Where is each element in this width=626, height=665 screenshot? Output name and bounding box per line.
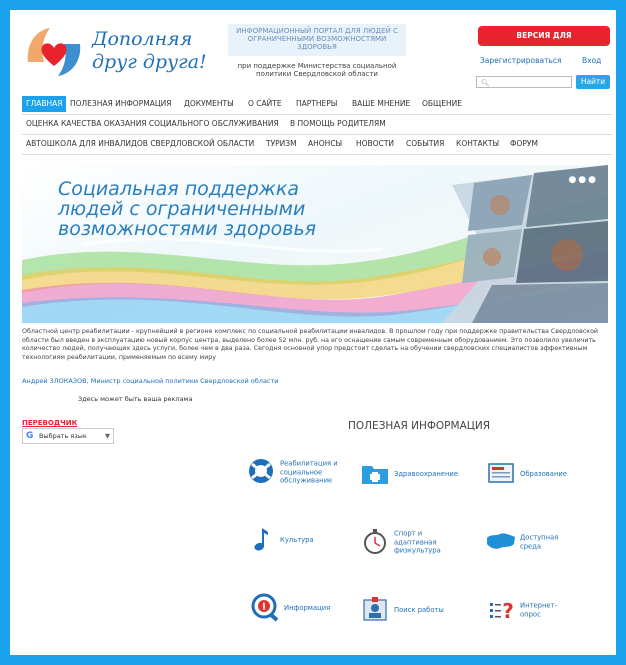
tile-label: Образование (520, 469, 568, 478)
hands-heart-logo-icon (27, 28, 81, 76)
nav-contacts[interactable]: КОНТАКТЫ (452, 136, 503, 152)
login-link[interactable]: Вход (582, 56, 601, 65)
google-g-icon: G (26, 431, 34, 441)
tile-label: Интернет-опрос (520, 601, 558, 619)
language-select[interactable]: G Выбрать язык ▼ (22, 428, 114, 444)
low-vision-button[interactable]: ВЕРСИЯ ДЛЯ СЛАБОВИДЯЩИХ (478, 26, 610, 60)
map-icon (487, 533, 515, 549)
brand-line-1: Дополняя (92, 28, 193, 50)
translator-label[interactable]: ПЕРЕВОДЧИК (22, 419, 77, 427)
nav-forum[interactable]: ФОРУМ (506, 136, 542, 152)
portal-info-box: ИНФОРМАЦИОННЫЙ ПОРТАЛ ДЛЯ ЛЮДЕЙ С ОГРАНИ… (228, 24, 406, 56)
chevron-down-icon: ▼ (105, 432, 110, 440)
photo-collage (442, 165, 608, 323)
tile-label: Культура (280, 535, 314, 544)
main-nav-row-2: ОЦЕНКА КАЧЕСТВА ОКАЗАНИЯ СОЦИАЛЬНОГО ОБС… (22, 116, 612, 135)
nav-help-parents[interactable]: В ПОМОЩЬ РОДИТЕЛЯМ (286, 116, 390, 132)
main-nav-row-3: АВТОШКОЛА ДЛЯ ИНВАЛИДОВ СВЕРДЛОВСКОЙ ОБЛ… (22, 136, 612, 155)
diploma-icon (488, 463, 514, 483)
search-icon: 🔍︎ (481, 79, 490, 87)
tile-sport[interactable]: Спорт и адаптивная физкультура (360, 522, 470, 562)
nav-home[interactable]: ГЛАВНАЯ (22, 96, 67, 112)
tile-label: Реабилитация и социальное обслуживание (280, 459, 338, 485)
search-button[interactable]: Найти (576, 75, 610, 89)
nav-announcements[interactable]: АНОНСЫ (304, 136, 346, 152)
survey-icon: ? (490, 599, 514, 623)
outer-frame: Дополняя друг друга! ИНФОРМАЦИОННЫЙ ПОРТ… (0, 0, 626, 665)
tile-label: Информация (284, 603, 331, 612)
nav-about[interactable]: О САЙТЕ (244, 96, 286, 112)
banner-title-line-3: возможностями здоровья (58, 218, 317, 240)
main-nav-row-1: ГЛАВНАЯ ПОЛЕЗНАЯ ИНФОРМАЦИЯ ДОКУМЕНТЫ О … (22, 96, 612, 115)
banner-title-line-1: Социальная поддержка (58, 178, 299, 200)
nav-your-opinion[interactable]: ВАШЕ МНЕНИЕ (348, 96, 414, 112)
nav-service-quality[interactable]: ОЦЕНКА КАЧЕСТВА ОКАЗАНИЯ СОЦИАЛЬНОГО ОБС… (22, 116, 283, 132)
language-select-label: Выбрать язык (39, 432, 87, 440)
tile-label: Спорт и адаптивная физкультура (394, 529, 441, 555)
tile-healthcare[interactable]: Здравоохранение (360, 454, 470, 494)
stopwatch-icon (364, 529, 386, 554)
nav-partners[interactable]: ПАРТНЕРЫ (292, 96, 341, 112)
ad-placeholder: Здесь может быть ваша реклама (78, 395, 193, 403)
support-text: при поддержке Министерства социальной по… (237, 62, 397, 78)
lifebuoy-icon (249, 459, 273, 483)
tile-information[interactable]: i Информация (250, 588, 360, 628)
medical-folder-icon (362, 466, 388, 484)
quote-author-link[interactable]: Андрей ЗЛОКАЗОВ, Министр социальной поли… (22, 377, 279, 385)
page: Дополняя друг друга! ИНФОРМАЦИОННЫЙ ПОРТ… (10, 10, 616, 655)
search-input[interactable]: 🔍︎ (476, 76, 572, 88)
banner-title: Социальная поддержка людей с ограниченны… (58, 179, 388, 239)
brand-title: Дополняя друг друга! (92, 28, 207, 74)
tile-culture[interactable]: Культура (246, 520, 356, 560)
tile-education[interactable]: Образование (486, 454, 596, 494)
tile-label: Доступная среда (520, 533, 559, 551)
tile-job-search[interactable]: Поиск работы (360, 590, 470, 630)
nav-documents[interactable]: ДОКУМЕНТЫ (180, 96, 238, 112)
id-card-icon (363, 597, 387, 621)
nav-driving-school[interactable]: АВТОШКОЛА ДЛЯ ИНВАЛИДОВ СВЕРДЛОВСКОЙ ОБЛ… (22, 136, 258, 152)
info-icon: i (251, 593, 279, 622)
intro-paragraph: Областной центр реабилитации - крупнейши… (22, 328, 599, 361)
useful-info-title: ПОЛЕЗНАЯ ИНФОРМАЦИЯ (348, 420, 491, 432)
tile-label: Здравоохранение (394, 469, 459, 478)
brand-line-2: друг друга! (92, 51, 207, 73)
register-link[interactable]: Зарегистрироваться (480, 56, 562, 65)
nav-news[interactable]: НОВОСТИ (352, 136, 398, 152)
svg-text:i: i (262, 603, 266, 613)
nav-tourism[interactable]: ТУРИЗМ (262, 136, 301, 152)
tile-accessibility[interactable]: Доступная среда (486, 522, 596, 562)
nav-communication[interactable]: ОБЩЕНИЕ (418, 96, 466, 112)
svg-text:?: ? (502, 599, 514, 623)
tile-survey[interactable]: ? Интернет-опрос (486, 590, 596, 630)
tile-rehabilitation[interactable]: Реабилитация и социальное обслуживание (246, 452, 356, 492)
tile-label: Поиск работы (394, 605, 444, 614)
nav-events[interactable]: СОБЫТИЯ (402, 136, 448, 152)
hero-banner[interactable]: Социальная поддержка людей с ограниченны… (22, 165, 608, 323)
nav-useful-info[interactable]: ПОЛЕЗНАЯ ИНФОРМАЦИЯ (66, 96, 175, 112)
logo[interactable] (22, 22, 86, 82)
music-note-icon (254, 528, 268, 551)
slider-dots[interactable]: ●●● (568, 175, 598, 185)
banner-title-line-2: людей с ограниченными (58, 198, 306, 220)
